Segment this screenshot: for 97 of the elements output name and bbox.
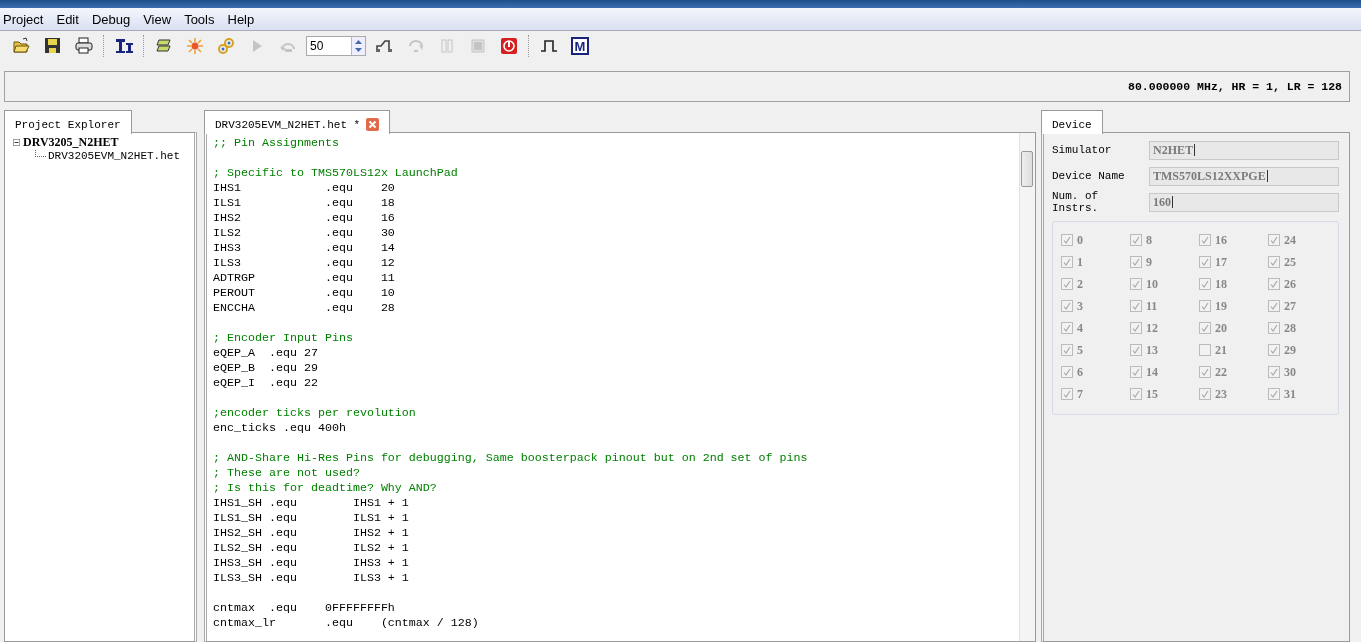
- printer-icon: [74, 37, 93, 55]
- layers-icon: [154, 37, 173, 55]
- checkbox-label: 14: [1146, 364, 1158, 380]
- code-comment: ; Specific to TMS570LS12x LaunchPad: [213, 166, 458, 180]
- checkbox-label: 12: [1146, 320, 1158, 336]
- checkbox-label: 3: [1077, 298, 1083, 314]
- panel-tab[interactable]: DRV3205EVM_N2HET.het *: [204, 110, 391, 134]
- code-line: ILS2_SH .equ ILS2 + 1: [213, 541, 409, 555]
- menu-item[interactable]: View: [143, 11, 180, 27]
- folder-icon: [12, 37, 31, 55]
- code-line: ILS1 .equ 18: [213, 196, 395, 210]
- burst-icon: [185, 37, 204, 55]
- code-line: eQEP_A .equ 27: [213, 346, 318, 360]
- scrollbar-thumb[interactable]: [1021, 151, 1033, 187]
- code-comment: ; Encoder Input Pins: [213, 331, 353, 345]
- checkbox-label: 13: [1146, 342, 1158, 358]
- checkbox-label: 26: [1284, 276, 1296, 292]
- checkbox-label: 6: [1077, 364, 1083, 380]
- checkbox-label: 4: [1077, 320, 1083, 336]
- menu-item[interactable]: Help: [227, 11, 263, 27]
- checkbox-label: 18: [1215, 276, 1227, 292]
- code-comment: ; These are not used?: [213, 466, 360, 480]
- code-editor[interactable]: [204, 132, 1036, 642]
- code-line: ILS3 .equ 12: [213, 256, 395, 270]
- toolbar-button[interactable]: M: [564, 33, 595, 59]
- code-comment: ;encoder ticks per revolution: [213, 406, 416, 420]
- checkbox-label: 30: [1284, 364, 1296, 380]
- code-line: IHS2_SH .equ IHS2 + 1: [213, 526, 409, 540]
- power-icon: [499, 37, 518, 55]
- tree-item[interactable]: DRV3205_N2HET: [23, 134, 119, 150]
- checkbox-label: 29: [1284, 342, 1296, 358]
- checkbox-label: 31: [1284, 386, 1296, 402]
- field-label: Device Name: [1052, 170, 1126, 182]
- ramp-icon: [375, 37, 394, 55]
- collapse-icon[interactable]: [13, 138, 20, 146]
- stop-icon: [468, 37, 487, 55]
- code-line: cntmax_lr .equ (cntmax / 128): [213, 616, 479, 630]
- panel-tab[interactable]: Project Explorer: [4, 110, 132, 134]
- tree-item[interactable]: DRV3205EVM_N2HET.het: [48, 150, 181, 162]
- menu-item[interactable]: Project: [3, 11, 52, 27]
- input-field[interactable]: N2HET: [1149, 140, 1339, 160]
- code-comment: ; AND-Share Hi-Res Pins for debugging, Same boosterpack pinout but on 2nd set of pins: [213, 451, 808, 465]
- status-text: 80.000000 MHz, HR = 1, LR = 128: [1128, 80, 1342, 93]
- checkbox-label: 1: [1077, 254, 1083, 270]
- code-line: eQEP_B .equ 29: [213, 361, 318, 375]
- code-line: IHS1_SH .equ IHS1 + 1: [213, 496, 409, 510]
- checkbox-label: 15: [1146, 386, 1158, 402]
- menu-item[interactable]: Tools: [184, 11, 223, 27]
- checkbox-label: 21: [1215, 342, 1227, 358]
- checkbox-label: 0: [1077, 232, 1083, 248]
- spin-field[interactable]: 50: [306, 36, 366, 56]
- code-line: ILS2 .equ 30: [213, 226, 395, 240]
- code-line: ILS3_SH .equ ILS3 + 1: [213, 571, 409, 585]
- checkbox-label: 20: [1215, 320, 1227, 336]
- code-comment: ;; Pin Assignments: [213, 136, 339, 150]
- checkbox-label: 28: [1284, 320, 1296, 336]
- code-line: eQEP_I .equ 22: [213, 376, 318, 390]
- code-line: ILS1_SH .equ ILS1 + 1: [213, 511, 409, 525]
- checkbox-label: 22: [1215, 364, 1227, 380]
- checkbox-label: 24: [1284, 232, 1296, 248]
- checkbox-label: 2: [1077, 276, 1083, 292]
- checkbox-label: 10: [1146, 276, 1158, 292]
- input-field[interactable]: 160: [1149, 192, 1339, 212]
- checkbox-label: 19: [1215, 298, 1227, 314]
- i-beam-icon: [114, 37, 133, 55]
- checkbox-label: 9: [1146, 254, 1152, 270]
- code-line: IHS2 .equ 16: [213, 211, 395, 225]
- checkbox-label: 16: [1215, 232, 1227, 248]
- checkbox-label: 7: [1077, 386, 1083, 402]
- field-label: Num. of Instrs.: [1052, 190, 1100, 214]
- checkbox-label: 27: [1284, 298, 1296, 314]
- close-icon[interactable]: [366, 118, 380, 131]
- code-line: IHS3_SH .equ IHS3 + 1: [213, 556, 409, 570]
- checkbox-label: 8: [1146, 232, 1152, 248]
- panel-tab[interactable]: Device: [1041, 110, 1103, 134]
- pulse-icon: [539, 37, 558, 55]
- checkbox-label: 17: [1215, 254, 1227, 270]
- code-line: ADTRGP .equ 11: [213, 271, 395, 285]
- spin-arrows-icon[interactable]: [351, 37, 365, 55]
- input-field[interactable]: TMS570LS12XXPGE: [1149, 166, 1339, 186]
- menu-item[interactable]: Edit: [56, 11, 87, 27]
- step-over-icon: [406, 37, 425, 55]
- code-line: IHS1 .equ 20: [213, 181, 395, 195]
- chain-links-icon: [216, 37, 235, 55]
- code-line: IHS3 .equ 14: [213, 241, 395, 255]
- scrollbar[interactable]: [1019, 133, 1035, 641]
- checkbox-label: 11: [1146, 298, 1158, 314]
- checkbox-label: 23: [1215, 386, 1227, 402]
- checkbox-label: 5: [1077, 342, 1083, 358]
- menu-item[interactable]: Debug: [91, 11, 139, 27]
- code-comment: ; Is this for deadtime? Why AND?: [213, 481, 437, 495]
- code-line: PEROUT .equ 10: [213, 286, 395, 300]
- code-line: cntmax .equ 0FFFFFFFFh: [213, 601, 395, 615]
- checkbox-label: 25: [1284, 254, 1296, 270]
- field-label: Simulator: [1052, 144, 1113, 156]
- code-line: ENCCHA .equ 28: [213, 301, 395, 315]
- code-line: enc_ticks .equ 400h: [213, 421, 346, 435]
